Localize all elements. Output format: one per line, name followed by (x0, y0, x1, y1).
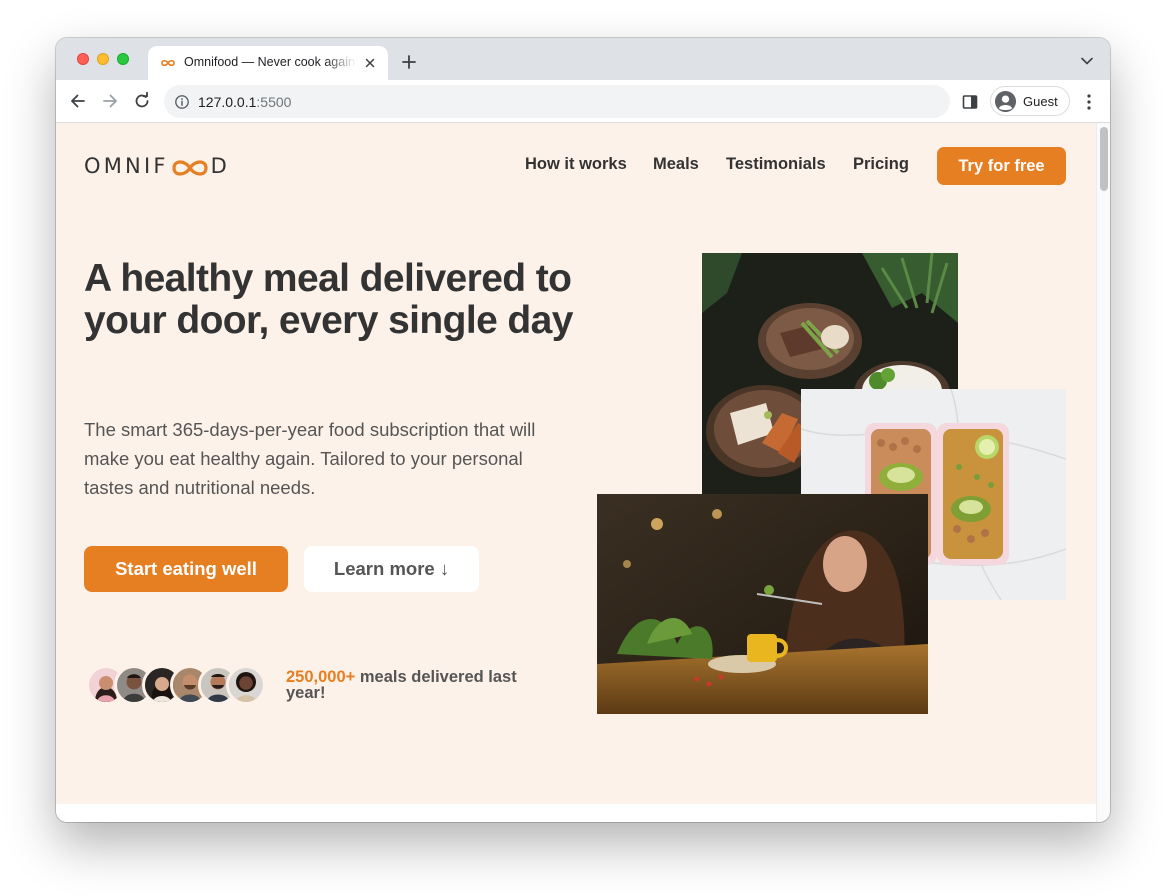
tab-title: Omnifood — Never cook again! (184, 55, 356, 69)
address-bar[interactable]: 127.0.0.1:5500 (164, 85, 950, 118)
hero-title: A healthy meal delivered to your door, e… (84, 257, 573, 342)
scrollbar-thumb[interactable] (1100, 127, 1108, 191)
plus-icon[interactable] (400, 53, 418, 71)
logo-text-start: OMNIF (84, 154, 169, 178)
meals-delivered-text: 250,000+ meals delivered last year! (286, 669, 546, 702)
minimize-window-button[interactable] (97, 53, 109, 65)
side-panel-icon[interactable] (961, 93, 979, 111)
tab-strip: Omnifood — Never cook again! (56, 38, 1110, 80)
browser-window: Omnifood — Never cook again! 127.0.0.1:5… (56, 38, 1110, 822)
hero-image-woman-eating (597, 494, 928, 714)
page-viewport: OMNIF D How it works Meals Testimonials … (56, 123, 1096, 822)
nav-link-testimonials[interactable]: Testimonials (726, 155, 826, 174)
try-for-free-button[interactable]: Try for free (937, 147, 1066, 185)
chevron-down-icon[interactable] (1080, 56, 1094, 66)
avatar (226, 665, 266, 705)
nav-link-pricing[interactable]: Pricing (853, 155, 909, 174)
start-eating-well-button[interactable]: Start eating well (84, 546, 288, 592)
logo-text-end: D (210, 154, 231, 178)
omnifood-logo[interactable]: OMNIF D (84, 153, 230, 179)
profile-name: Guest (1023, 94, 1058, 109)
url-text: 127.0.0.1:5500 (198, 94, 291, 110)
hero-description: The smart 365-days-per-year food subscri… (84, 419, 536, 498)
back-arrow-icon[interactable] (68, 91, 88, 111)
infinity-favicon-icon (161, 59, 175, 67)
more-vert-icon[interactable] (1080, 92, 1098, 112)
logo-infinity-icon (172, 160, 208, 176)
nav-link-meals[interactable]: Meals (653, 155, 699, 174)
learn-more-button[interactable]: Learn more ↓ (304, 546, 479, 592)
forward-arrow-icon[interactable] (100, 91, 120, 111)
maximize-window-button[interactable] (117, 53, 129, 65)
reload-icon[interactable] (132, 91, 152, 111)
account-icon (994, 90, 1017, 113)
url-port: :5500 (256, 94, 292, 110)
page-scrollbar[interactable] (1096, 123, 1110, 822)
close-window-button[interactable] (77, 53, 89, 65)
url-host: 127.0.0.1 (198, 94, 257, 110)
profile-button[interactable]: Guest (990, 86, 1070, 116)
info-icon[interactable] (174, 94, 190, 110)
close-icon[interactable] (362, 55, 378, 71)
browser-toolbar: 127.0.0.1:5500 Guest (56, 80, 1110, 123)
browser-tab-active[interactable]: Omnifood — Never cook again! (148, 46, 388, 80)
nav-link-how-it-works[interactable]: How it works (525, 155, 627, 174)
